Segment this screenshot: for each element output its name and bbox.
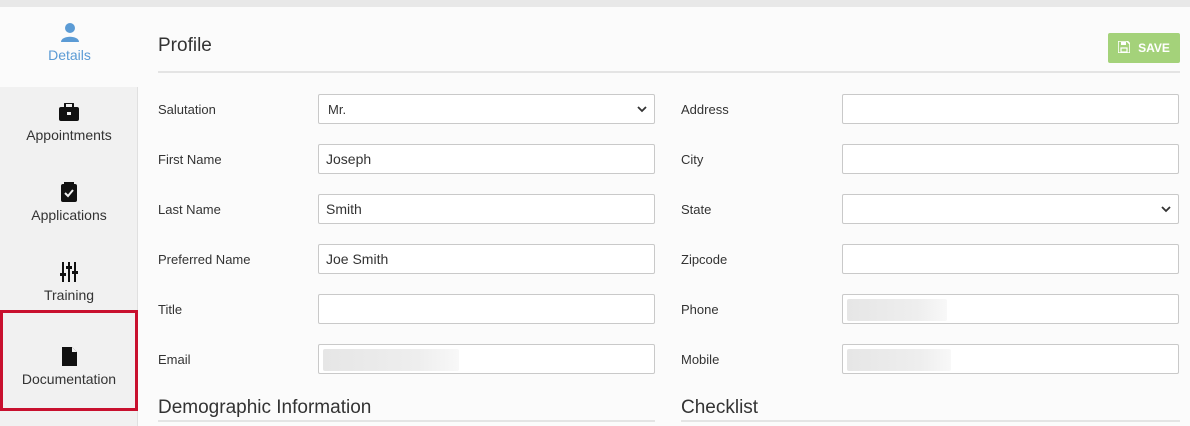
email-field[interactable] bbox=[318, 344, 655, 374]
checklist-divider bbox=[681, 420, 1180, 422]
page-title: Profile bbox=[158, 35, 212, 56]
user-icon bbox=[60, 21, 80, 43]
salutation-label: Salutation bbox=[158, 102, 216, 117]
mobile-label: Mobile bbox=[681, 352, 720, 367]
title-field[interactable] bbox=[318, 294, 655, 324]
address-label: Address bbox=[681, 102, 729, 117]
state-select[interactable] bbox=[842, 194, 1179, 224]
demographic-heading: Demographic Information bbox=[158, 397, 372, 418]
file-icon bbox=[61, 345, 77, 367]
sidebar-item-label: Applications bbox=[31, 207, 107, 223]
sidebar-item-label: Documentation bbox=[21, 371, 117, 387]
redacted-value bbox=[847, 349, 951, 371]
sidebar-item-documentation[interactable]: Documentation bbox=[0, 310, 138, 411]
address-field[interactable] bbox=[842, 94, 1179, 124]
preferred-name-field[interactable]: Joe Smith bbox=[318, 244, 655, 274]
redacted-value bbox=[323, 349, 459, 371]
sidebar-item-label: Training bbox=[43, 287, 95, 303]
chevron-down-icon bbox=[636, 103, 648, 118]
chevron-down-icon bbox=[1160, 203, 1172, 218]
zipcode-label: Zipcode bbox=[681, 252, 728, 267]
checklist-heading: Checklist bbox=[681, 397, 759, 418]
main-content: Profile SAVE Salutation Mr. First Name J… bbox=[138, 7, 1190, 426]
sidebar-item-appointments[interactable]: Appointments bbox=[0, 87, 138, 167]
mobile-field[interactable] bbox=[842, 344, 1179, 374]
phone-label: Phone bbox=[681, 302, 719, 317]
briefcase-icon bbox=[59, 101, 79, 123]
title-label: Title bbox=[158, 302, 183, 317]
last-name-field[interactable]: Smith bbox=[318, 194, 655, 224]
save-label: SAVE bbox=[1138, 41, 1170, 55]
sidebar-item-label: Appointments bbox=[26, 127, 112, 143]
sidebar: Details Appointments Applications Traini… bbox=[0, 7, 139, 426]
email-label: Email bbox=[158, 352, 191, 367]
zipcode-field[interactable] bbox=[842, 244, 1179, 274]
city-field[interactable] bbox=[842, 144, 1179, 174]
profile-divider bbox=[158, 71, 1180, 73]
state-label: State bbox=[681, 202, 712, 217]
top-bar bbox=[0, 0, 1190, 7]
save-button[interactable]: SAVE bbox=[1108, 33, 1180, 63]
demographic-divider bbox=[158, 420, 655, 422]
phone-field[interactable] bbox=[842, 294, 1179, 324]
sidebar-item-applications[interactable]: Applications bbox=[0, 167, 138, 247]
sliders-icon bbox=[60, 261, 78, 283]
first-name-field[interactable]: Joseph bbox=[318, 144, 655, 174]
check-square-icon bbox=[61, 181, 77, 203]
preferred-name-label: Preferred Name bbox=[158, 252, 251, 267]
last-name-label: Last Name bbox=[158, 202, 221, 217]
salutation-value: Mr. bbox=[328, 101, 347, 117]
sidebar-item-label: Details bbox=[48, 47, 91, 63]
city-label: City bbox=[681, 152, 704, 167]
sidebar-item-details[interactable]: Details bbox=[0, 7, 139, 87]
redacted-value bbox=[847, 299, 947, 321]
save-icon bbox=[1117, 39, 1131, 56]
salutation-select[interactable]: Mr. bbox=[318, 94, 655, 124]
first-name-label: First Name bbox=[158, 152, 222, 167]
